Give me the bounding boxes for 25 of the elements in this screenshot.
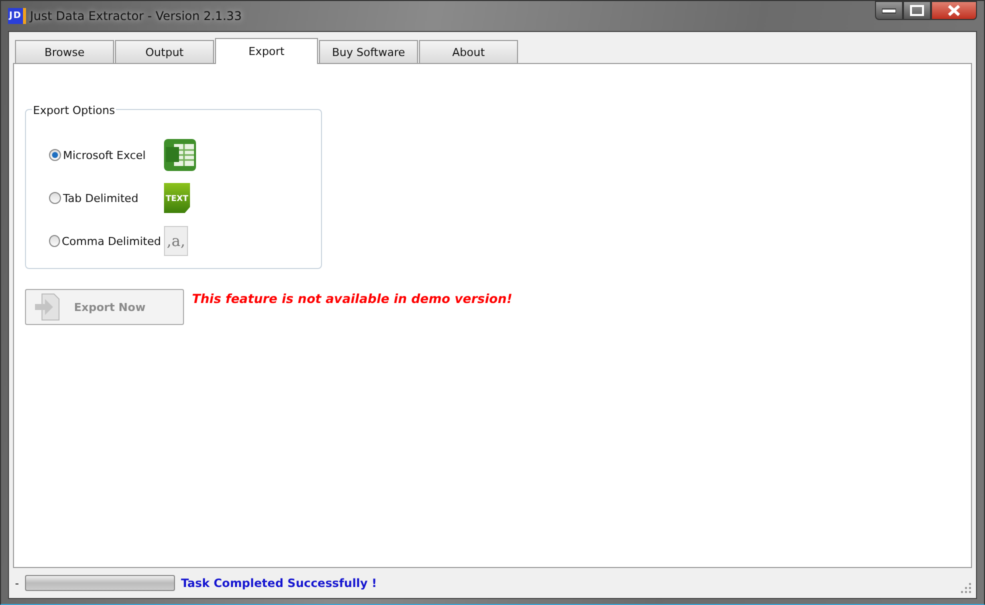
status-prefix: - (15, 576, 19, 590)
group-title: Export Options (32, 104, 116, 117)
tab[interactable]: Output (115, 40, 214, 63)
maximize-icon (910, 5, 924, 16)
minimize-button[interactable] (875, 1, 903, 20)
export-arrow-icon (34, 293, 60, 321)
tab[interactable]: About (419, 40, 518, 63)
maximize-button[interactable] (903, 1, 931, 20)
warning-message: This feature is not available in demo version! (192, 290, 512, 306)
tab[interactable]: Export (215, 38, 318, 64)
minimize-icon (882, 8, 896, 14)
radio-option[interactable]: Microsoft Excel (49, 148, 161, 162)
tab[interactable]: Buy Software (319, 40, 418, 63)
tab[interactable]: Browse (15, 40, 114, 63)
text-file-icon: TEXT (164, 183, 190, 213)
csv-file-icon: ,a, (164, 226, 188, 256)
close-button[interactable] (931, 1, 977, 20)
close-icon (947, 5, 961, 16)
spreadsheet-icon (163, 138, 197, 172)
window-title: Just Data Extractor - Version 2.1.33 (30, 9, 242, 23)
status-message: Task Completed Successfully ! (180, 576, 377, 590)
radio-option[interactable]: Tab Delimited (49, 192, 161, 204)
app-icon: JD (8, 8, 26, 24)
radio-option[interactable]: Comma Delimited (49, 234, 161, 248)
resize-grip-icon (960, 582, 972, 594)
